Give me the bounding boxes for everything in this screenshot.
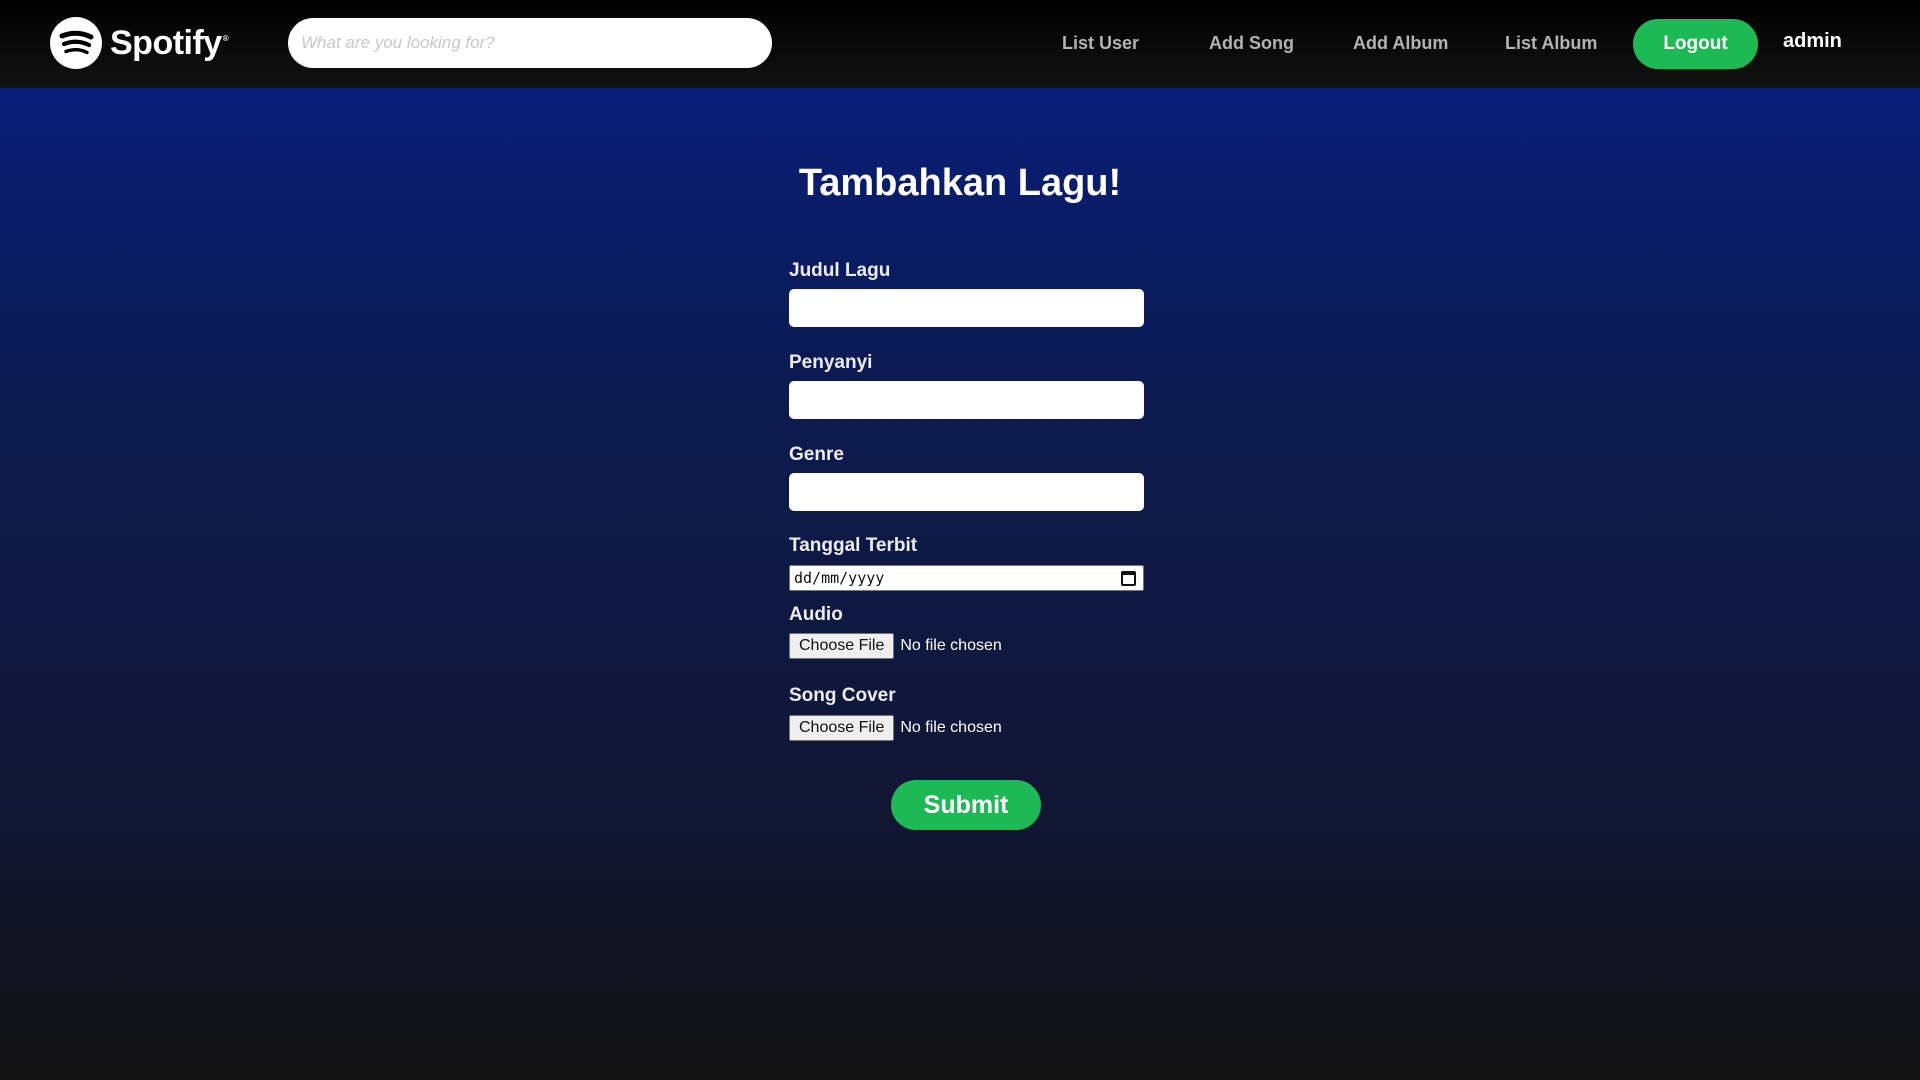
- nav-add-album[interactable]: Add Album: [1353, 31, 1448, 55]
- genre-input[interactable]: [789, 473, 1144, 511]
- tanggal-terbit-input[interactable]: dd/mm/yyyy: [789, 565, 1144, 591]
- tanggal-terbit-label: Tanggal Terbit: [789, 535, 918, 556]
- penyanyi-label: Penyanyi: [789, 352, 873, 373]
- spotify-logo[interactable]: Spotify®: [50, 16, 229, 70]
- cover-file-status: No file chosen: [900, 719, 1002, 736]
- nav-list-user[interactable]: List User: [1062, 31, 1139, 55]
- spotify-logo-icon: [50, 17, 102, 69]
- search-input[interactable]: [288, 18, 772, 68]
- brand-text: Spotify: [110, 23, 222, 62]
- submit-button[interactable]: Submit: [891, 780, 1041, 830]
- brand-name: Spotify®: [110, 23, 229, 63]
- nav-add-song[interactable]: Add Song: [1209, 31, 1294, 55]
- judul-lagu-input[interactable]: [789, 289, 1144, 327]
- date-placeholder: dd/mm/yyyy: [794, 569, 885, 587]
- registered-mark: ®: [222, 33, 229, 43]
- page-title: Tambahkan Lagu!: [798, 162, 1122, 204]
- calendar-icon[interactable]: [1121, 570, 1136, 586]
- song-cover-label: Song Cover: [789, 685, 896, 706]
- navbar: Spotify® List User Add Song Add Album Li…: [0, 0, 1920, 88]
- audio-label: Audio: [789, 604, 843, 625]
- audio-choose-file-button[interactable]: Choose File: [789, 633, 895, 659]
- genre-label: Genre: [789, 444, 844, 465]
- nav-list-album[interactable]: List Album: [1505, 31, 1597, 55]
- song-cover-file-input[interactable]: Choose File No file chosen: [789, 715, 1002, 741]
- cover-choose-file-button[interactable]: Choose File: [789, 715, 895, 741]
- penyanyi-input[interactable]: [789, 381, 1144, 419]
- audio-file-status: No file chosen: [900, 637, 1002, 654]
- logout-button[interactable]: Logout: [1633, 19, 1758, 69]
- judul-lagu-label: Judul Lagu: [789, 260, 891, 281]
- username-label: admin: [1783, 30, 1842, 52]
- audio-file-input[interactable]: Choose File No file chosen: [789, 633, 1002, 659]
